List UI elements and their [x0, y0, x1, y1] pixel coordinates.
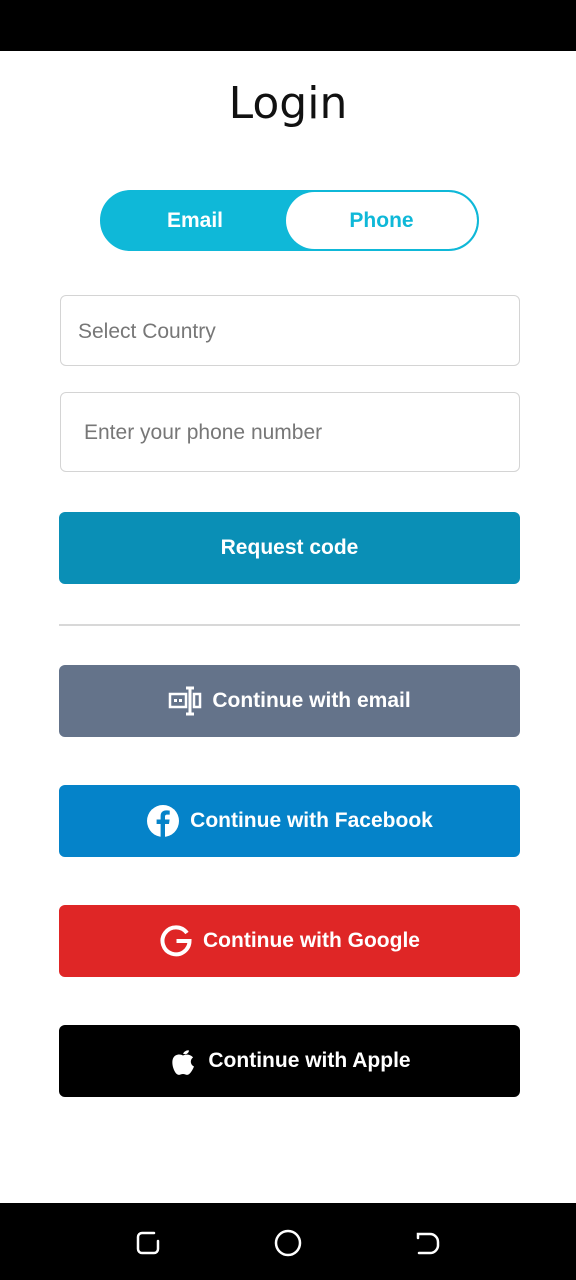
request-code-button[interactable]: Request code	[59, 512, 520, 584]
page-title: Login	[228, 78, 348, 129]
apple-icon	[168, 1044, 198, 1078]
toggle-email[interactable]: Email	[102, 192, 288, 249]
status-bar	[0, 0, 576, 51]
phone-input[interactable]: Enter your phone number	[60, 392, 520, 472]
email-form-icon	[168, 684, 202, 718]
back-icon[interactable]	[413, 1228, 443, 1258]
facebook-icon	[146, 804, 180, 838]
continue-google-label: Continue with Google	[203, 929, 420, 952]
continue-email-button[interactable]: Continue with email	[59, 665, 520, 737]
continue-facebook-label: Continue with Facebook	[190, 809, 433, 832]
request-code-label: Request code	[220, 536, 359, 559]
country-select[interactable]: Select Country	[60, 295, 520, 366]
recent-apps-icon[interactable]	[133, 1228, 163, 1258]
continue-apple-label: Continue with Apple	[208, 1049, 411, 1072]
home-icon[interactable]	[273, 1228, 303, 1258]
navigation-bar	[0, 1203, 576, 1280]
continue-google-button[interactable]: Continue with Google	[59, 905, 520, 977]
continue-email-label: Continue with email	[212, 689, 411, 712]
continue-apple-button[interactable]: Continue with Apple	[59, 1025, 520, 1097]
continue-facebook-button[interactable]: Continue with Facebook	[59, 785, 520, 857]
google-icon	[159, 924, 193, 958]
login-method-toggle[interactable]: Email Phone	[100, 190, 479, 251]
toggle-phone[interactable]: Phone	[286, 192, 477, 249]
divider	[59, 624, 520, 626]
